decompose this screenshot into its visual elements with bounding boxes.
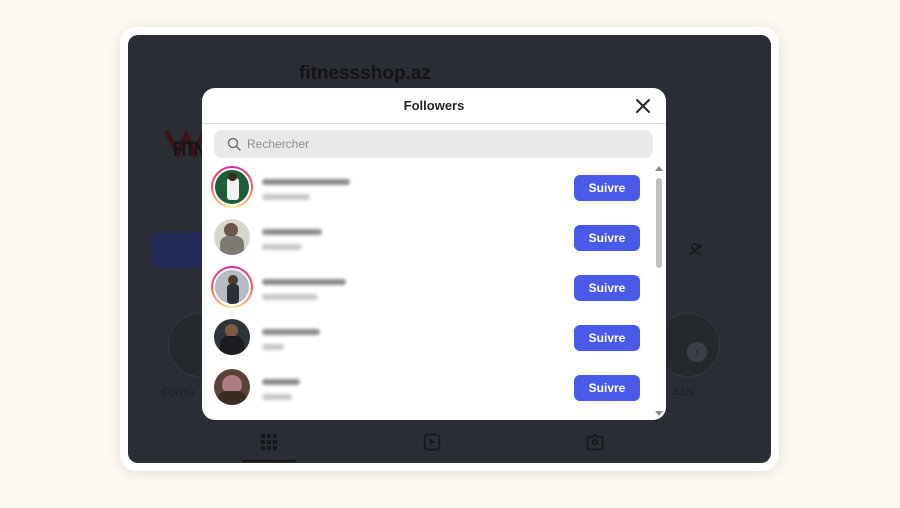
search-input[interactable]: [247, 137, 627, 151]
follower-username-blurred: [262, 329, 320, 335]
follower-fullname-blurred: [262, 344, 284, 350]
follow-button[interactable]: Suivre: [574, 275, 640, 301]
follower-row[interactable]: Suivre: [202, 212, 654, 262]
follow-button[interactable]: Suivre: [574, 325, 640, 351]
modal-header: Followers: [202, 88, 666, 124]
follower-row[interactable]: Suivre: [202, 162, 654, 212]
follower-row[interactable]: Suivre: [202, 312, 654, 362]
grid-icon[interactable]: [260, 433, 278, 451]
follow-button[interactable]: Suivre: [574, 225, 640, 251]
follow-button[interactable]: Suivre: [574, 175, 640, 201]
search-box[interactable]: [214, 130, 653, 158]
follower-username-blurred: [262, 379, 300, 385]
follower-username-blurred: [262, 229, 322, 235]
scrollbar[interactable]: [653, 166, 665, 416]
close-icon[interactable]: [633, 96, 653, 116]
follower-fullname-blurred: [262, 244, 302, 250]
reels-icon[interactable]: [423, 433, 441, 451]
scroll-up-icon[interactable]: [655, 166, 663, 171]
scroll-thumb[interactable]: [656, 178, 662, 268]
tagged-icon[interactable]: [586, 433, 604, 451]
avatar[interactable]: [211, 216, 253, 258]
scroll-down-icon[interactable]: [655, 411, 663, 416]
modal-title: Followers: [403, 98, 465, 113]
followers-list: Suivre Suivre Suivre Suivre Suivre: [202, 162, 654, 420]
follower-username-blurred: [262, 279, 346, 285]
follower-fullname-blurred: [262, 294, 318, 300]
follower-username-blurred: [262, 179, 350, 185]
profile-logo-text: FITN: [173, 139, 206, 162]
highlight-label: BSN: [673, 387, 694, 398]
follower-fullname-blurred: [262, 194, 310, 200]
followers-modal: Followers Suivre: [202, 88, 666, 420]
search-icon: [227, 137, 241, 151]
profile-username: fitnessshop.az: [299, 63, 431, 84]
add-user-icon[interactable]: [689, 242, 703, 256]
highlight-label: Optimu: [162, 387, 195, 398]
tab-active-indicator: [242, 460, 296, 462]
avatar[interactable]: [211, 166, 253, 208]
follow-button[interactable]: Suivre: [574, 375, 640, 401]
chevron-right-icon[interactable]: ›: [687, 342, 707, 362]
tabs-divider: [128, 461, 771, 462]
avatar[interactable]: [211, 316, 253, 358]
avatar[interactable]: [211, 366, 253, 408]
follower-row[interactable]: Suivre: [202, 262, 654, 312]
follower-row[interactable]: Suivre: [202, 362, 654, 412]
avatar[interactable]: [211, 266, 253, 308]
follower-fullname-blurred: [262, 394, 292, 400]
